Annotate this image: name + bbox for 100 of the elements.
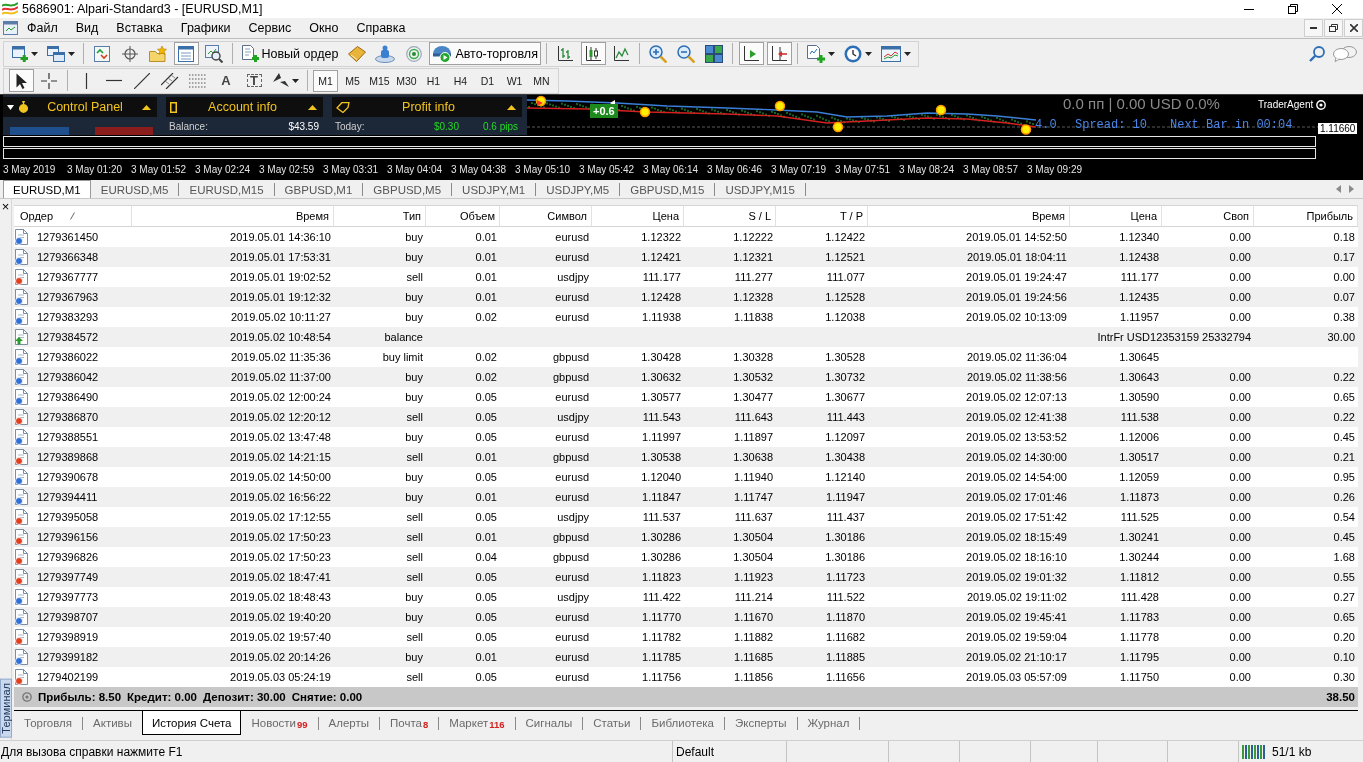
windows-icon	[46, 45, 65, 62]
terminal-tab[interactable]: Эксперты	[725, 711, 797, 735]
panel-label: Today:	[335, 120, 365, 132]
new-order-button[interactable]: Новый ордер	[238, 42, 342, 65]
timeframe-button[interactable]: MN	[529, 69, 554, 92]
table-cell-text: 0.05	[474, 511, 498, 523]
menu-item[interactable]: Файл	[18, 18, 67, 38]
chart-window-icon[interactable]	[3, 21, 18, 35]
table-cell-text: 0.27	[1332, 591, 1356, 603]
chart-tab[interactable]: EURUSD,M15	[179, 180, 274, 198]
column-header[interactable]: Прибыль	[1254, 206, 1358, 226]
column-header[interactable]: Объем	[426, 206, 500, 226]
terminal-tab[interactable]: История Счета	[141, 711, 242, 735]
minimize-button[interactable]	[1304, 19, 1323, 37]
terminal-tab[interactable]: Алерты	[318, 711, 380, 735]
table-cell-text: 1.11897	[733, 431, 774, 443]
table-cell-text: 2019.05.02 21:10:17	[965, 651, 1068, 663]
restore-button[interactable]	[1324, 19, 1343, 37]
column-header[interactable]: Символ	[500, 206, 592, 226]
chart-tab[interactable]: GBPUSD,M15	[620, 180, 715, 198]
timeframe-button[interactable]: M5	[340, 69, 365, 92]
table-cell-text: sell	[405, 631, 424, 643]
text-tool-button[interactable]: A	[213, 69, 239, 92]
auto-trading-button[interactable]: Авто-торговля	[429, 42, 541, 65]
chart-tab[interactable]: GBPUSD,M5	[363, 180, 452, 198]
caret-up-icon[interactable]	[308, 104, 317, 110]
column-header[interactable]: Своп	[1162, 206, 1254, 226]
table-cell-text: eurusd	[554, 251, 590, 263]
menu-item[interactable]: Справка	[347, 18, 415, 38]
scroll-left-button[interactable]	[1336, 185, 1341, 193]
chart-shift-button[interactable]	[766, 42, 792, 65]
menu-item[interactable]: Графики	[171, 18, 240, 38]
chart-tab[interactable]: EURUSD,M5	[90, 180, 179, 198]
diamond-icon	[347, 45, 366, 62]
terminal-tab[interactable]: Библиотека	[641, 711, 724, 735]
column-header[interactable]: S / L	[684, 206, 776, 226]
chart-tab[interactable]: USDJPY,M15	[715, 180, 805, 198]
table-cell-text: 2019.05.01 19:24:47	[965, 271, 1068, 283]
column-header[interactable]: Цена	[592, 206, 684, 226]
table-cell-text: 0.00	[1228, 231, 1252, 243]
table-cell-text: 0.10	[1332, 651, 1356, 663]
chart-tab[interactable]: USDJPY,M5	[536, 180, 620, 198]
table-cell-text: 2019.05.02 14:54:00	[965, 471, 1068, 483]
terminal-tab[interactable]: Журнал	[797, 711, 860, 735]
bar-chart-icon	[557, 45, 574, 62]
timeframe-button[interactable]: M1	[313, 69, 338, 92]
close-button[interactable]	[1344, 19, 1363, 37]
table-cell-text: gbpusd	[551, 531, 590, 543]
candlestick-button[interactable]	[580, 42, 606, 65]
quote-arrows-icon	[94, 45, 110, 62]
timeframe-button[interactable]: H4	[448, 69, 473, 92]
timeframe-button[interactable]: D1	[475, 69, 500, 92]
terminal-tab[interactable]: Сигналы	[515, 711, 583, 735]
chat-button[interactable]	[1333, 45, 1357, 62]
table-cell-text: 0.45	[1332, 431, 1356, 443]
traffic-text: 51/1 kb	[1272, 744, 1312, 759]
search-button[interactable]	[1309, 45, 1325, 62]
column-header[interactable]: Время	[132, 206, 334, 226]
column-header[interactable]: Тип	[334, 206, 426, 226]
chart-tab[interactable]: EURUSD,M1	[3, 180, 91, 198]
menu-item[interactable]: Вид	[66, 18, 108, 38]
table-cell-text: 0.00	[1228, 511, 1252, 523]
chart-tab[interactable]: GBPUSD,M1	[274, 180, 363, 198]
terminal-tab[interactable]: Статьи	[583, 711, 641, 735]
timeframe-button[interactable]: H1	[421, 69, 446, 92]
auto-scroll-button[interactable]	[738, 42, 764, 65]
table-cell-text: 2019.05.02 17:51:42	[965, 511, 1068, 523]
cursor-button[interactable]	[8, 69, 34, 92]
table-cell-text: 1.12006	[1118, 431, 1160, 443]
summary-value: Депозит: 30.00	[202, 691, 286, 703]
menu-item[interactable]: Сервис	[239, 18, 301, 38]
table-cell-text: 0.05	[474, 571, 498, 583]
table-cell-text: 0.02	[474, 311, 498, 323]
table-cell-text: 1.11770	[641, 611, 682, 623]
table-cell-text: 2019.05.02 19:40:20	[229, 611, 332, 623]
column-header[interactable]: Ордер	[14, 206, 132, 226]
column-header[interactable]: T / P	[776, 206, 868, 226]
chart-tab[interactable]: USDJPY,M1	[452, 180, 536, 198]
table-cell-text: 1.11785	[641, 651, 682, 663]
timeframe-button[interactable]: M15	[367, 69, 392, 92]
caret-up-icon[interactable]	[142, 104, 151, 110]
caret-up-icon[interactable]	[507, 104, 516, 110]
timeframe-button[interactable]: M30	[394, 69, 419, 92]
menu-item[interactable]: Вставка	[107, 18, 172, 38]
table-cell-text: 1.12038	[824, 311, 866, 323]
person-icon	[375, 44, 396, 63]
column-header[interactable]: Время	[868, 206, 1070, 226]
close-button[interactable]: ×	[0, 201, 11, 213]
terminal-tab[interactable]: Торговля	[14, 711, 83, 735]
column-header[interactable]: Цена	[1070, 206, 1162, 226]
table-cell-text: 1.30732	[824, 371, 866, 383]
terminal-tab[interactable]: Активы	[83, 711, 142, 735]
menu-item[interactable]: Окно	[300, 18, 348, 38]
scroll-right-button[interactable]	[1349, 185, 1354, 193]
text-label-button[interactable]: T	[241, 69, 267, 92]
indicator-plus-icon	[806, 44, 825, 63]
traffic-bars-icon	[1242, 744, 1266, 759]
table-cell-text: 0.00	[1228, 571, 1252, 583]
timeframe-button[interactable]: W1	[502, 69, 527, 92]
terminal-button[interactable]	[173, 42, 199, 65]
